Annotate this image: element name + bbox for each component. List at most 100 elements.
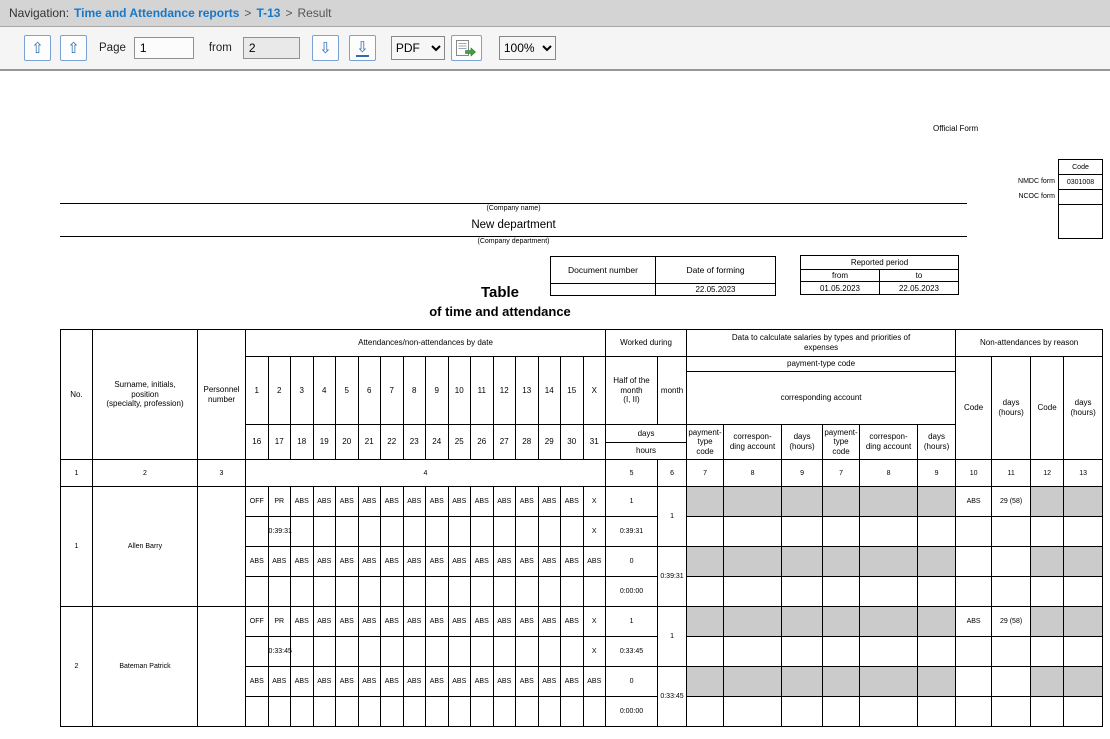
date-cell (313, 577, 336, 607)
day-number-bottom: 25 (448, 425, 471, 460)
report-subtitle: of time and attendance (60, 304, 940, 319)
date-cell: ABS (426, 487, 449, 517)
salary-cell (918, 637, 956, 667)
reported-period-title: Reported period (801, 256, 959, 270)
salary-cell (823, 667, 860, 697)
col-number: 4 (246, 460, 606, 487)
page-label: Page (99, 42, 126, 54)
day-number-top: 6 (358, 357, 381, 425)
day-number-top: 15 (561, 357, 584, 425)
half-month-value: 1 (606, 487, 658, 517)
salary-cell (724, 667, 782, 697)
section-header-worked: Worked during (606, 330, 687, 357)
header-row-col-numbers: 12345678978910111213 (61, 460, 1103, 487)
date-cell: ABS (583, 547, 606, 577)
date-cell: ABS (403, 667, 426, 697)
date-cell (538, 517, 561, 547)
date-cell: ABS (403, 607, 426, 637)
date-cell (561, 637, 584, 667)
half-month-value: 0:00:00 (606, 577, 658, 607)
go-next-page-button[interactable]: ⇩ (312, 35, 339, 61)
nonattendance-cell (992, 517, 1031, 547)
day-number-bottom: 17 (268, 425, 291, 460)
section-header-attendance: Attendances/non-attendances by date (246, 330, 606, 357)
date-cell: ABS (336, 607, 359, 637)
month-days-value: 1 (658, 487, 687, 547)
salary-cell (860, 487, 918, 517)
col-number: 6 (658, 460, 687, 487)
attendance-table-head: No.Surname, initials, position (specialt… (61, 330, 1103, 487)
day-number-bottom: 26 (471, 425, 494, 460)
nonattendance-cell (1064, 637, 1103, 667)
nonattendance-cell (1064, 547, 1103, 577)
date-cell (426, 517, 449, 547)
date-cell: ABS (381, 487, 404, 517)
nav-link-reports[interactable]: Time and Attendance reports (74, 6, 239, 20)
header-hours: hours (606, 443, 687, 460)
col-number: 7 (687, 460, 724, 487)
day-number-top: 1 (246, 357, 269, 425)
report-page: Official Form Code 0301008 NMDC form NCO… (0, 71, 1110, 738)
date-cell: ABS (358, 667, 381, 697)
salary-cell (860, 667, 918, 697)
export-button[interactable] (451, 35, 482, 61)
salary-cell (823, 637, 860, 667)
nonattendance-cell (1031, 547, 1064, 577)
section-header-salary: Data to calculate salaries by types and … (687, 330, 956, 357)
col-header-nonattendance-1: days (hours) (992, 357, 1031, 460)
salary-cell (918, 517, 956, 547)
half-month-value: 1 (606, 607, 658, 637)
nav-label: Navigation: (9, 6, 69, 20)
format-select[interactable]: PDF (391, 36, 445, 60)
nonattendance-cell (1064, 487, 1103, 517)
day-number-top: 3 (291, 357, 314, 425)
date-cell: OFF (246, 607, 269, 637)
date-cell: ABS (426, 547, 449, 577)
employee-line: 1Allen BarryOFFPRABSABSABSABSABSABSABSAB… (61, 487, 1103, 517)
date-cell (381, 577, 404, 607)
date-cell (516, 577, 539, 607)
page-input[interactable] (134, 37, 194, 59)
date-cell: ABS (516, 667, 539, 697)
date-cell: ABS (471, 667, 494, 697)
date-cell: ABS (268, 667, 291, 697)
salary-cell (918, 547, 956, 577)
date-cell: ABS (561, 667, 584, 697)
report-title: Table (60, 284, 940, 301)
salary-cell (823, 547, 860, 577)
go-last-page-button[interactable]: ⇩ (349, 35, 376, 61)
date-cell (381, 637, 404, 667)
date-cell (246, 697, 269, 727)
salary-cell (782, 607, 823, 637)
date-cell (336, 697, 359, 727)
day-number-bottom: 24 (426, 425, 449, 460)
date-cell: ABS (336, 667, 359, 697)
date-cell: ABS (358, 607, 381, 637)
ncoc-form-label: NCOC form (975, 193, 1055, 200)
date-cell: OFF (246, 487, 269, 517)
day-number-bottom: 23 (403, 425, 426, 460)
salary-cell (860, 547, 918, 577)
salary-cell (782, 577, 823, 607)
date-cell: ABS (313, 547, 336, 577)
day-number-bottom: 19 (313, 425, 336, 460)
date-cell: ABS (313, 667, 336, 697)
zoom-select[interactable]: 100% (499, 36, 556, 60)
nav-link-t13[interactable]: T-13 (256, 6, 280, 20)
total-pages-input[interactable] (243, 37, 300, 59)
day-number-top: 7 (381, 357, 404, 425)
arrow-down-bar-icon: ⇩ (356, 40, 369, 57)
date-cell: ABS (516, 487, 539, 517)
go-first-page-button[interactable]: ⇧ (24, 35, 51, 61)
go-previous-page-button[interactable]: ⇧ (60, 35, 87, 61)
col-header-nonattendance-2: Code (1031, 357, 1064, 460)
header-row-sections: No.Surname, initials, position (specialt… (61, 330, 1103, 357)
salary-cell (687, 637, 724, 667)
date-cell: ABS (313, 607, 336, 637)
half-month-value: 0 (606, 667, 658, 697)
salary-cell (823, 517, 860, 547)
salary-cell (918, 607, 956, 637)
date-of-forming-label: Date of forming (656, 257, 776, 284)
date-cell (516, 697, 539, 727)
month-hours-value: 0:39:31 (658, 547, 687, 607)
